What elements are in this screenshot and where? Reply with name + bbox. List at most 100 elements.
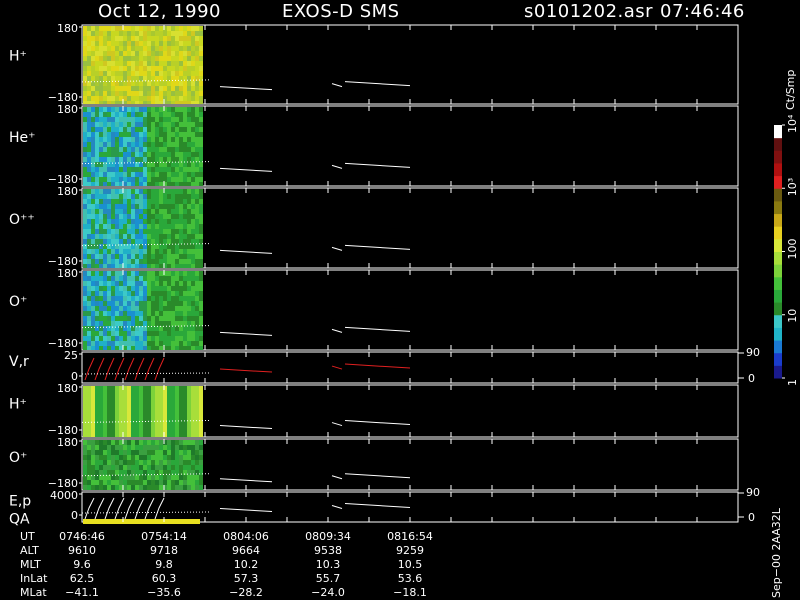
spectrogram-cell [187, 147, 191, 152]
spectrogram-cell [131, 152, 135, 157]
spectrogram-cell [151, 147, 155, 152]
spectrogram-cell [139, 214, 143, 219]
spectrogram-cell [139, 485, 143, 490]
spectrogram-cell [183, 46, 187, 51]
spectrogram-cell [175, 132, 179, 137]
spectrogram-cell [147, 249, 151, 254]
spectrogram-cell [123, 480, 127, 485]
spectrogram-cell [135, 411, 139, 416]
spectrogram-cell [143, 152, 147, 157]
spectrogram-cell [155, 416, 159, 421]
y-axis-max: 180 [57, 103, 78, 116]
spectrogram-cell [147, 470, 151, 475]
spectrogram-cell [199, 311, 203, 316]
spectrogram-cell [175, 182, 179, 186]
spectrogram-cell [135, 209, 139, 214]
spectrogram-cell [175, 331, 179, 336]
colorbar-swatch [774, 264, 782, 278]
spectrogram-cell [155, 36, 159, 41]
spectrogram-cell [83, 132, 87, 137]
spectrogram-cell [123, 107, 127, 112]
spectrogram-cell [143, 122, 147, 127]
spectrogram-cell [119, 291, 123, 296]
spectrogram-cell [99, 406, 103, 411]
spectrogram-cell [183, 259, 187, 264]
spectrogram-cell [199, 107, 203, 112]
spectrogram-cell [199, 341, 203, 346]
spectrogram-cell [179, 485, 183, 490]
spectrogram-cell [187, 311, 191, 316]
spectrogram-cell [147, 431, 151, 436]
spectrogram-cell [199, 244, 203, 249]
spectrogram-cell [99, 301, 103, 306]
spectrogram-cell [87, 445, 91, 450]
spectrogram-cell [111, 182, 115, 186]
spectrogram-cell [83, 336, 87, 341]
spectrogram-cell [83, 311, 87, 316]
spectrogram-cell [147, 480, 151, 485]
spectrogram-cell [123, 286, 127, 291]
spectrogram-cell [87, 61, 91, 66]
spectrogram-cell [115, 46, 119, 51]
spectrogram-cell [95, 56, 99, 61]
spectrogram-cell [195, 66, 199, 71]
spectrogram-cell [159, 132, 163, 137]
spectrogram-cell [135, 331, 139, 336]
spectrogram-cell [107, 316, 111, 321]
spectrogram-cell [199, 147, 203, 152]
spectrogram-cell [83, 209, 87, 214]
spectrogram-cell [131, 254, 135, 259]
spectrogram-cell [183, 199, 187, 204]
spectrogram-cell [187, 189, 191, 194]
spectrogram-cell [139, 81, 143, 86]
spectrogram-cell [139, 460, 143, 465]
spectrogram-cell [199, 421, 203, 426]
spectrogram-cell [199, 162, 203, 167]
spectrogram-cell [99, 107, 103, 112]
spectrogram-cell [107, 177, 111, 182]
spectrogram-cell [123, 316, 127, 321]
spectrogram-cell [175, 26, 179, 31]
spectrogram-cell [199, 41, 203, 46]
spectrogram-cell [167, 157, 171, 162]
spectrogram-cell [163, 41, 167, 46]
spectrogram-cell [119, 122, 123, 127]
spectrogram-cell [95, 460, 99, 465]
spectrogram-cell [143, 321, 147, 326]
spectrogram-cell [87, 96, 91, 101]
spectrogram-cell [151, 41, 155, 46]
spectrogram-cell [179, 209, 183, 214]
spectrogram-cell [123, 455, 127, 460]
spectrogram-cell [91, 122, 95, 127]
spectrogram-cell [91, 396, 95, 401]
colorbar-swatch [774, 251, 782, 265]
dotted-trace [81, 372, 211, 375]
y-axis-max: 4000 [50, 489, 78, 502]
spectrogram-cell [175, 189, 179, 194]
spectrogram-cell [119, 167, 123, 172]
spectrogram-cell [147, 386, 151, 391]
spectrogram-cell [167, 51, 171, 56]
spectrogram-cell [115, 406, 119, 411]
spectrogram-cell [107, 122, 111, 127]
spectrogram-cell [171, 162, 175, 167]
spectrogram-cell [199, 229, 203, 234]
spectrogram-cell [135, 127, 139, 132]
panels-layer: 180−180H⁺180−180He⁺180−180O⁺⁺180−180O⁺90… [9, 22, 760, 528]
spectrogram-cell [127, 76, 131, 81]
spectrogram-cell [99, 51, 103, 56]
spectrogram-cell [147, 162, 151, 167]
spectrogram-cell [95, 259, 99, 264]
spectrogram-cell [199, 331, 203, 336]
spectrogram-cell [179, 26, 183, 31]
spectrogram-cell [143, 142, 147, 147]
spectrogram-cell [111, 445, 115, 450]
spectrogram-cell [171, 66, 175, 71]
spectrogram-cell [103, 460, 107, 465]
spectrogram-cell [99, 152, 103, 157]
spectrogram-cell [107, 480, 111, 485]
spectrogram-cell [127, 336, 131, 341]
spectrogram-cell [115, 264, 119, 268]
spectrogram-cell [119, 177, 123, 182]
spectrogram-cell [151, 291, 155, 296]
